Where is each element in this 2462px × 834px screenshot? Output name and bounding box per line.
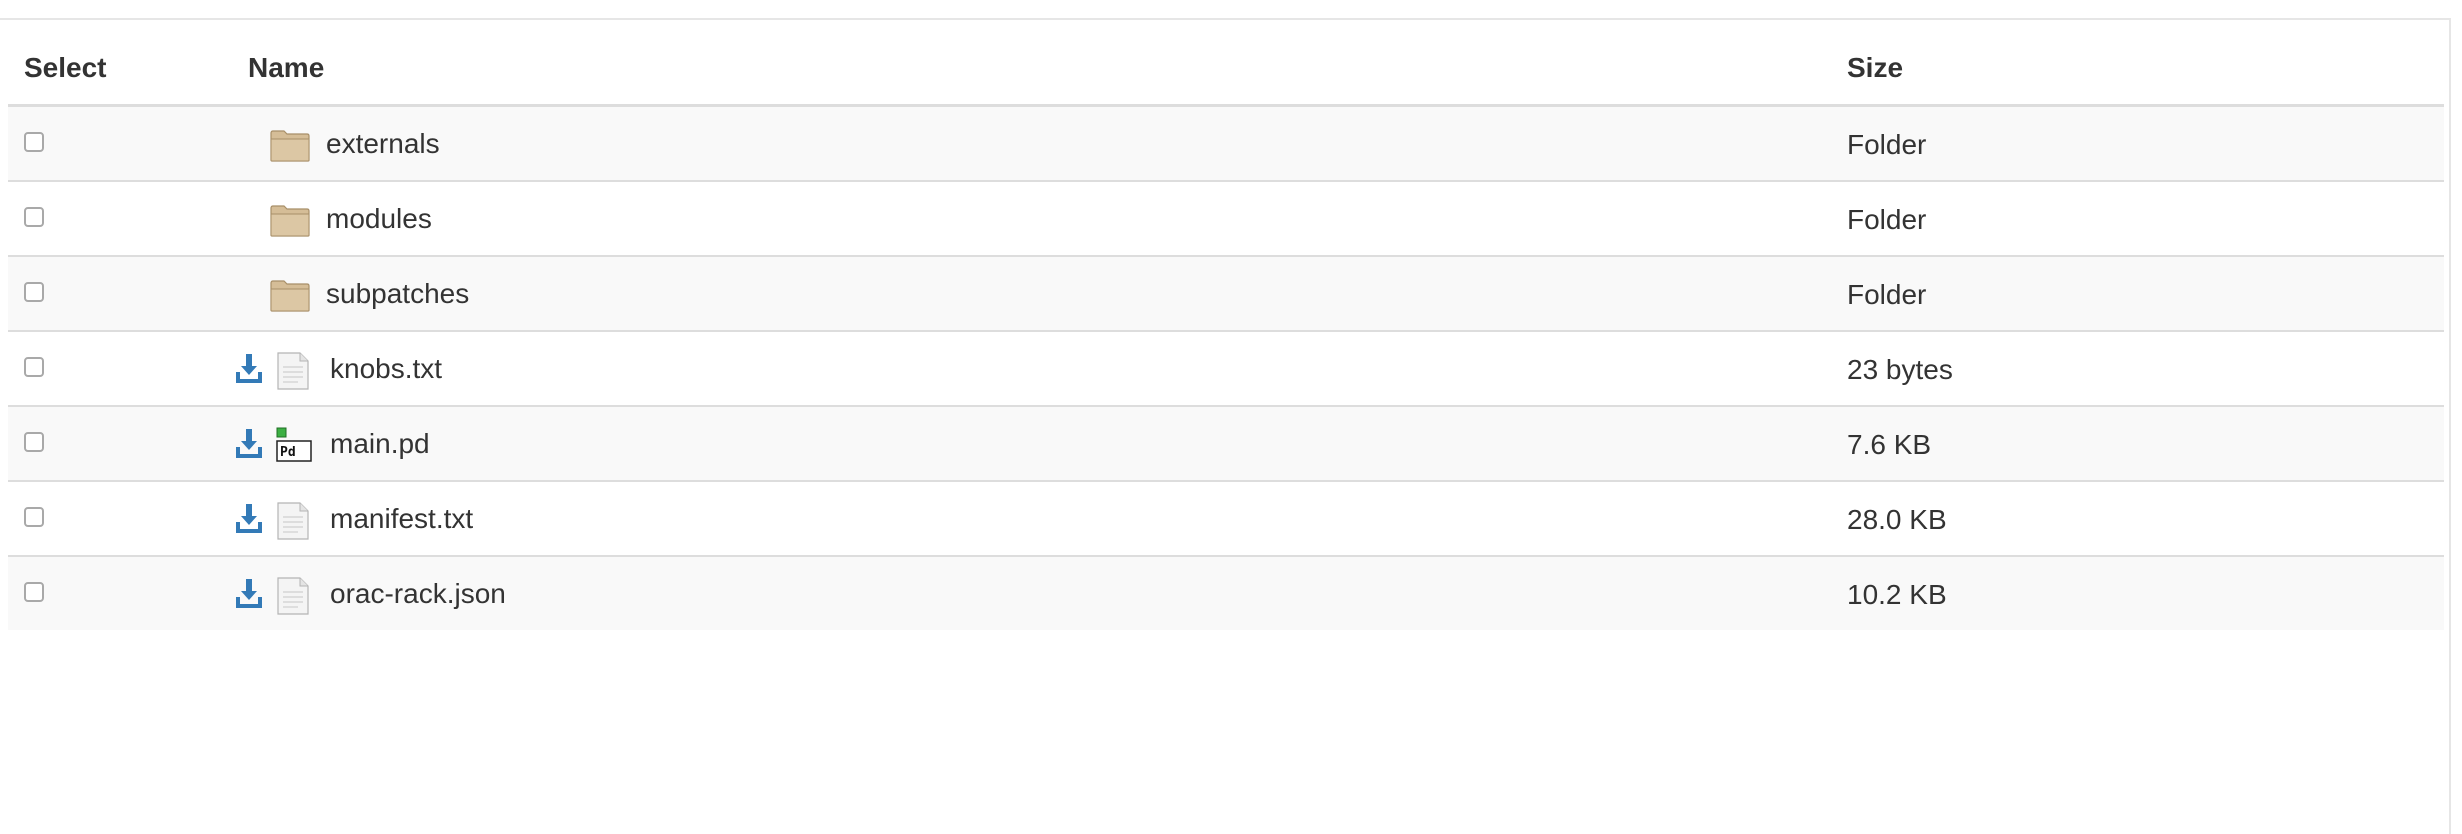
text-file-icon bbox=[277, 502, 309, 540]
row-select-checkbox[interactable] bbox=[24, 432, 44, 452]
folder-icon bbox=[270, 205, 310, 237]
download-icon[interactable] bbox=[234, 427, 264, 459]
row-select-checkbox[interactable] bbox=[24, 507, 44, 527]
table-header: Select Name Size bbox=[8, 38, 2444, 107]
file-name-link[interactable]: knobs.txt bbox=[330, 332, 442, 405]
text-file-icon bbox=[277, 352, 309, 390]
item-size: Folder bbox=[1847, 129, 1927, 160]
table-row: Pd main.pd 7.6 KB bbox=[8, 407, 2444, 482]
table-row: externals Folder bbox=[8, 107, 2444, 182]
item-size: 7.6 KB bbox=[1847, 429, 1932, 460]
table-row: manifest.txt 28.0 KB bbox=[8, 482, 2444, 557]
file-table: Select Name Size externals Folder module… bbox=[8, 38, 2444, 630]
row-select-checkbox[interactable] bbox=[24, 132, 44, 152]
item-size: 23 bytes bbox=[1847, 354, 1953, 385]
item-size: 10.2 KB bbox=[1847, 579, 1947, 610]
table-row: subpatches Folder bbox=[8, 257, 2444, 332]
table-row: knobs.txt 23 bytes bbox=[8, 332, 2444, 407]
text-file-icon bbox=[277, 577, 309, 615]
file-name-link[interactable]: manifest.txt bbox=[330, 482, 473, 555]
row-select-checkbox[interactable] bbox=[24, 357, 44, 377]
row-select-checkbox[interactable] bbox=[24, 282, 44, 302]
item-size: Folder bbox=[1847, 279, 1927, 310]
name-column-header[interactable]: Name bbox=[248, 38, 324, 98]
folder-icon bbox=[270, 280, 310, 312]
folder-name-link[interactable]: subpatches bbox=[326, 257, 469, 330]
folder-name-link[interactable]: modules bbox=[326, 182, 432, 255]
table-row: modules Folder bbox=[8, 182, 2444, 257]
file-name-link[interactable]: main.pd bbox=[330, 407, 430, 480]
pd-file-icon: Pd bbox=[276, 427, 312, 462]
item-size: 28.0 KB bbox=[1847, 504, 1947, 535]
folder-name-link[interactable]: externals bbox=[326, 107, 440, 180]
size-column-header[interactable]: Size bbox=[1847, 38, 1903, 98]
row-select-checkbox[interactable] bbox=[24, 582, 44, 602]
download-icon[interactable] bbox=[234, 352, 264, 384]
folder-icon bbox=[270, 130, 310, 162]
row-select-checkbox[interactable] bbox=[24, 207, 44, 227]
table-row: orac-rack.json 10.2 KB bbox=[8, 557, 2444, 630]
item-size: Folder bbox=[1847, 204, 1927, 235]
svg-text:Pd: Pd bbox=[280, 445, 296, 460]
download-icon[interactable] bbox=[234, 577, 264, 609]
file-name-link[interactable]: orac-rack.json bbox=[330, 557, 506, 630]
select-column-header[interactable]: Select bbox=[24, 38, 107, 98]
download-icon[interactable] bbox=[234, 502, 264, 534]
